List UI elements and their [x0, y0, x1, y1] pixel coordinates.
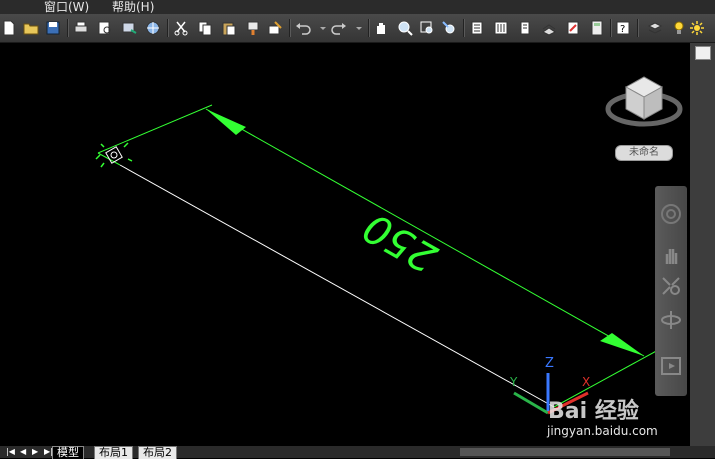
block-editor-icon[interactable] [266, 19, 284, 37]
zoom-realtime-icon[interactable] [396, 19, 414, 37]
zoom-window-icon[interactable] [418, 19, 436, 37]
properties-icon[interactable] [468, 19, 486, 37]
horizontal-scrollbar[interactable] [460, 448, 670, 456]
print-icon[interactable] [72, 19, 90, 37]
redo-icon[interactable] [330, 19, 348, 37]
pan-icon[interactable] [372, 19, 390, 37]
vertical-scrollbar[interactable] [690, 43, 715, 446]
viewcube[interactable] [605, 76, 683, 127]
tool-palettes-icon[interactable] [516, 19, 534, 37]
help-icon[interactable]: ? [614, 19, 632, 37]
tab-layout2[interactable]: 布局2 [138, 446, 177, 459]
showmotion-icon[interactable] [659, 354, 683, 378]
design-center-icon[interactable] [492, 19, 510, 37]
match-properties-icon[interactable] [244, 19, 262, 37]
menu-bar: 窗口(W) 帮助(H) [0, 0, 715, 14]
menu-help[interactable]: 帮助(H) [112, 0, 154, 14]
calculator-icon[interactable] [588, 19, 606, 37]
zoom-extents-icon[interactable] [659, 274, 683, 298]
save-icon[interactable] [44, 19, 62, 37]
zoom-previous-icon[interactable] [440, 19, 458, 37]
standard-toolbar: ? [0, 14, 715, 43]
arrowhead-start [206, 109, 246, 135]
navigation-bar [655, 186, 687, 396]
layer-icon[interactable] [646, 19, 664, 37]
menu-window[interactable]: 窗口(W) [44, 0, 89, 14]
copy-icon[interactable] [196, 19, 214, 37]
sheet-set-icon[interactable] [540, 19, 558, 37]
ucs-x-label: X [582, 375, 590, 389]
scrollbar-thumb[interactable] [695, 46, 711, 60]
watermark-brand: Bai 经验 [548, 399, 639, 424]
pan-nav-icon[interactable] [659, 244, 683, 268]
watermark-url: jingyan.baidu.com [547, 424, 658, 438]
undo-icon[interactable] [294, 19, 312, 37]
layout-tabs-bar: |◀ ◀ ▶ ▶| 模型 布局1 布局2 [0, 446, 715, 459]
cut-icon[interactable] [172, 19, 190, 37]
new-icon[interactable] [0, 19, 18, 37]
object-line [119, 164, 555, 408]
tab-layout1[interactable]: 布局1 [94, 446, 133, 459]
sun-icon[interactable] [688, 19, 706, 37]
extension-line-start [97, 104, 213, 154]
ucs-y-label: Y [509, 375, 518, 389]
viewcube-label[interactable]: 未命名 [615, 145, 673, 161]
publish-icon[interactable] [120, 19, 138, 37]
open-icon[interactable] [22, 19, 40, 37]
light-bulb-icon[interactable] [670, 19, 688, 37]
print-preview-icon[interactable] [96, 19, 114, 37]
3d-publish-icon[interactable] [144, 19, 162, 37]
arrowhead-end [600, 333, 644, 356]
svg-text:?: ? [620, 24, 625, 35]
markup-icon[interactable] [564, 19, 582, 37]
drawing-canvas[interactable]: 250 Z Y X 未命名 Bai 经验 jingyan.baidu.com [0, 43, 690, 446]
dimension-text: 250 [356, 203, 445, 281]
tab-model[interactable]: 模型 [52, 446, 84, 459]
paste-icon[interactable] [220, 19, 238, 37]
redo-dropdown-icon[interactable] [350, 19, 368, 37]
orbit-icon[interactable] [659, 308, 683, 332]
model-space-drawing: 250 Z Y X [95, 76, 683, 415]
ucs-z-label: Z [545, 356, 554, 371]
steering-wheel-icon[interactable] [659, 202, 683, 226]
